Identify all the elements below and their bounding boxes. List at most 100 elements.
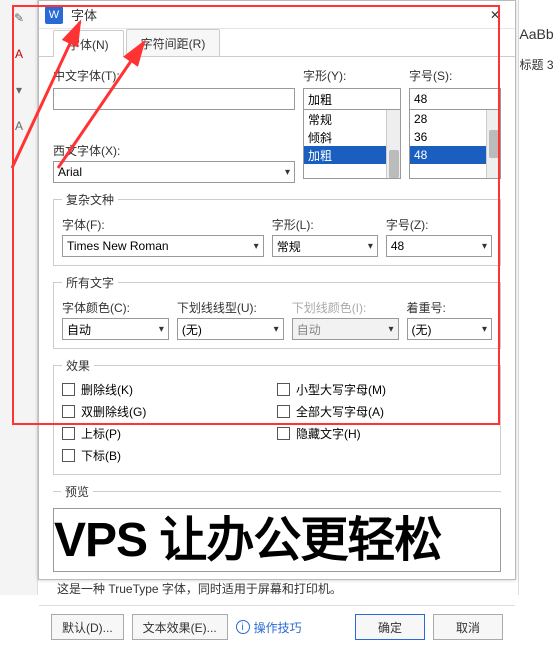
complex-font-label: 字体(F): <box>62 216 264 233</box>
check-strike[interactable]: 删除线(K) <box>62 378 277 400</box>
cn-style-input[interactable] <box>303 88 401 110</box>
dialog-content: 中文字体(T): 字形(Y): 字号(S): 黑体 ▾ 西文字体(X): <box>39 57 515 508</box>
style-gallery: AaBb 标题 3 <box>518 0 554 595</box>
check-label: 全部大写字母(A) <box>296 403 384 420</box>
preview-box: VPS 让办公更轻松 <box>53 508 501 572</box>
preview-text: VPS 让办公更轻松 <box>54 509 500 572</box>
alltext-legend: 所有文字 <box>62 274 118 291</box>
tabs: 字体(N) 字符间距(R) <box>39 29 515 57</box>
checkbox-icon <box>62 383 75 396</box>
font-color-label: 字体颜色(C): <box>62 299 169 316</box>
ul-style-combo[interactable]: (无) ▾ <box>177 318 284 340</box>
ul-style-label: 下划线线型(U): <box>177 299 284 316</box>
check-label: 隐藏文字(H) <box>296 425 361 442</box>
font-color-icon[interactable]: A <box>0 36 38 72</box>
text-effects-button[interactable]: 文本效果(E)... <box>132 614 228 640</box>
checkbox-icon <box>62 449 75 462</box>
style-sample[interactable]: AaBb <box>519 26 554 42</box>
dialog-title: 字体 <box>71 5 481 24</box>
app-icon: W <box>45 6 63 24</box>
emphasis-combo[interactable]: (无) ▾ <box>407 318 492 340</box>
ul-style-value: (无) <box>182 321 202 338</box>
chevron-down-icon: ▾ <box>159 324 164 335</box>
under-arrow-icon[interactable]: ▾ <box>0 72 38 108</box>
preview-note: 这是一种 TrueType 字体，同时适用于屏幕和打印机。 <box>57 580 497 597</box>
cn-size-listbox[interactable]: 28 36 48 <box>409 109 501 179</box>
checkbox-icon <box>277 383 290 396</box>
info-icon: i <box>236 620 250 634</box>
alltext-fieldset: 所有文字 字体颜色(C): 自动 ▾ 下划线线型(U): (无) ▾ <box>53 274 501 349</box>
checkbox-icon <box>62 405 75 418</box>
cn-font-combo[interactable]: 黑体 ▾ <box>53 88 295 110</box>
footer: 默认(D)... 文本效果(E)... i 操作技巧 确定 取消 <box>39 605 515 648</box>
chevron-down-icon: ▾ <box>274 324 279 335</box>
check-label: 删除线(K) <box>81 381 133 398</box>
chevron-down-icon: ▾ <box>285 167 290 178</box>
check-label: 上标(P) <box>81 425 121 442</box>
preview-fieldset: 预览 <box>53 483 501 504</box>
complex-fieldset: 复杂文种 字体(F): Times New Roman ▾ 字形(L): 常规 … <box>53 191 501 266</box>
complex-legend: 复杂文种 <box>62 191 118 208</box>
complex-style-label: 字形(L): <box>272 216 378 233</box>
cn-style-listbox[interactable]: 常规 倾斜 加粗 <box>303 109 401 179</box>
check-smallcaps[interactable]: 小型大写字母(M) <box>277 378 492 400</box>
tab-font[interactable]: 字体(N) <box>53 30 124 57</box>
complex-font-value: Times New Roman <box>67 239 169 253</box>
effects-legend: 效果 <box>62 357 94 374</box>
chevron-down-icon: ▾ <box>482 241 487 252</box>
west-font-value: Arial <box>58 165 82 179</box>
cn-size-input[interactable] <box>409 88 501 110</box>
chevron-down-icon: ▾ <box>482 324 487 335</box>
tips-text: 操作技巧 <box>254 619 302 636</box>
complex-size-combo[interactable]: 48 ▾ <box>386 235 492 257</box>
emphasis-value: (无) <box>412 321 432 338</box>
complex-style-combo[interactable]: 常规 ▾ <box>272 235 378 257</box>
check-sub[interactable]: 下标(B) <box>62 444 277 466</box>
ok-button[interactable]: 确定 <box>355 614 425 640</box>
pen-icon[interactable]: ✎ <box>0 0 38 36</box>
preview-legend: 预览 <box>61 483 93 500</box>
check-allcaps[interactable]: 全部大写字母(A) <box>277 400 492 422</box>
ul-color-label: 下划线颜色(I): <box>292 299 399 316</box>
check-hidden[interactable]: 隐藏文字(H) <box>277 422 492 444</box>
style-name[interactable]: 标题 3 <box>519 56 554 73</box>
left-toolbar: ✎ A ▾ A <box>0 0 38 595</box>
checkbox-icon <box>62 427 75 440</box>
check-dstrike[interactable]: 双删除线(G) <box>62 400 277 422</box>
checkbox-icon <box>277 405 290 418</box>
complex-style-value: 常规 <box>277 238 301 255</box>
west-font-combo[interactable]: Arial ▾ <box>53 161 295 183</box>
cancel-button[interactable]: 取消 <box>433 614 503 640</box>
cn-font-value: 黑体 <box>58 91 82 108</box>
cn-style-label: 字形(Y): <box>303 67 401 84</box>
chevron-down-icon: ▾ <box>285 94 290 105</box>
font-color-value: 自动 <box>67 321 91 338</box>
font-color-combo[interactable]: 自动 ▾ <box>62 318 169 340</box>
checkbox-icon <box>277 427 290 440</box>
font-dialog: W 字体 ✕ 字体(N) 字符间距(R) 中文字体(T): 字形(Y): 字号(… <box>38 0 516 580</box>
text-a-icon[interactable]: A <box>0 108 38 144</box>
check-label: 双删除线(G) <box>81 403 146 420</box>
check-label: 小型大写字母(M) <box>296 381 386 398</box>
chevron-down-icon: ▾ <box>254 241 259 252</box>
check-super[interactable]: 上标(P) <box>62 422 277 444</box>
emphasis-label: 着重号: <box>407 299 492 316</box>
titlebar: W 字体 ✕ <box>39 1 515 29</box>
scrollbar[interactable] <box>386 110 400 178</box>
complex-size-value: 48 <box>391 239 404 253</box>
tips-link[interactable]: i 操作技巧 <box>236 619 302 636</box>
default-button[interactable]: 默认(D)... <box>51 614 124 640</box>
chevron-down-icon: ▾ <box>389 324 394 335</box>
ul-color-value: 自动 <box>297 321 321 338</box>
cn-size-label: 字号(S): <box>409 67 501 84</box>
chevron-down-icon: ▾ <box>368 241 373 252</box>
close-button[interactable]: ✕ <box>481 5 509 25</box>
cn-font-label: 中文字体(T): <box>53 67 295 84</box>
effects-fieldset: 效果 删除线(K) 小型大写字母(M) 双删除线(G) 全部大写字母(A) <box>53 357 501 475</box>
complex-font-combo[interactable]: Times New Roman ▾ <box>62 235 264 257</box>
scrollbar[interactable] <box>486 110 500 178</box>
check-label: 下标(B) <box>81 447 121 464</box>
complex-size-label: 字号(Z): <box>386 216 492 233</box>
ul-color-combo: 自动 ▾ <box>292 318 399 340</box>
tab-spacing[interactable]: 字符间距(R) <box>126 29 221 56</box>
